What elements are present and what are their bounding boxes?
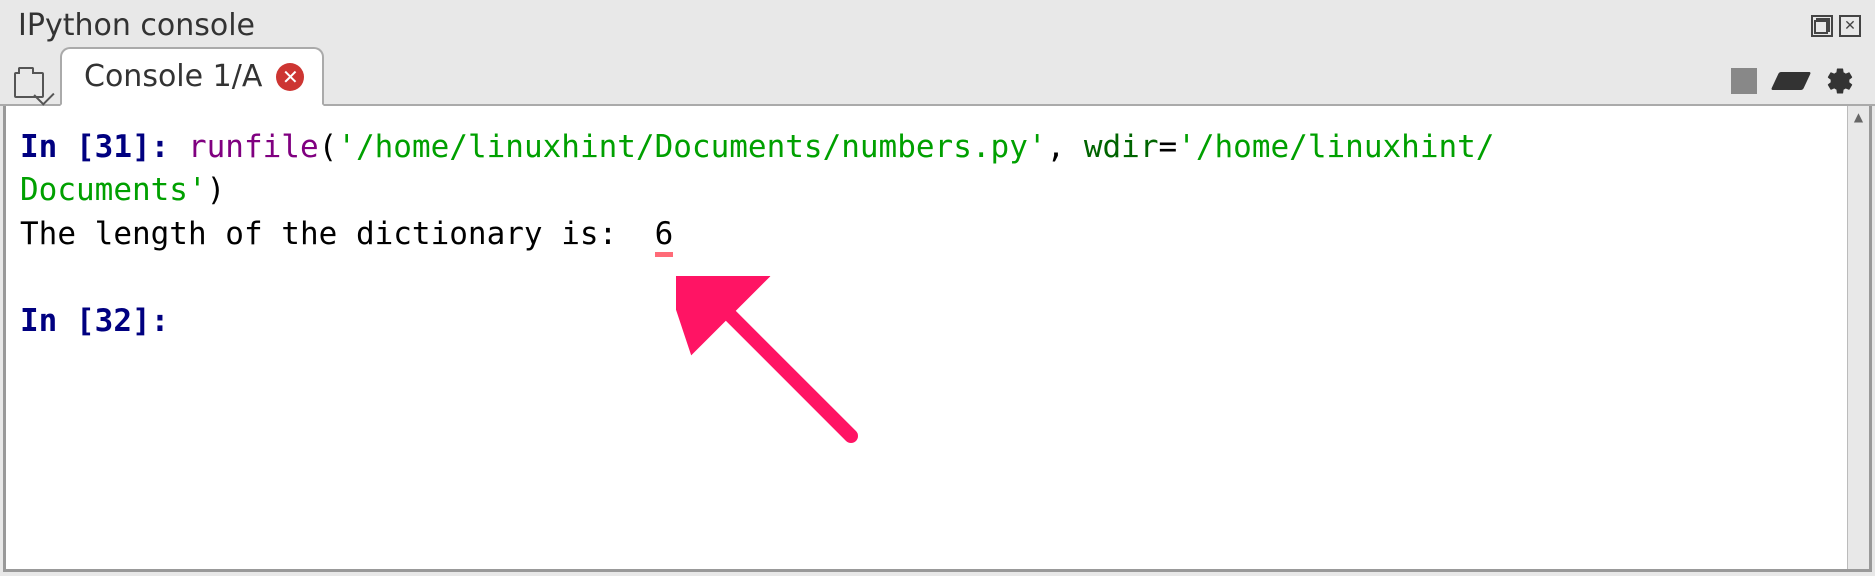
comma: , (1047, 129, 1084, 165)
scroll-track[interactable] (1848, 128, 1869, 569)
close-window-icon[interactable] (1839, 15, 1861, 37)
input-prompt-number-2: 32 (95, 303, 132, 339)
scrollbar[interactable]: ▲ (1847, 106, 1869, 569)
close-tab-icon[interactable]: ✕ (276, 63, 304, 91)
input-prompt-suffix-2: ]: (132, 303, 188, 339)
stop-icon[interactable] (1731, 68, 1757, 94)
paren-open: ( (319, 129, 338, 165)
func-name: runfile (188, 129, 319, 165)
arrow-annotation-icon (676, 276, 896, 496)
tab-bar: Console 1/A ✕ (0, 47, 1875, 106)
browse-tabs-icon[interactable] (14, 72, 44, 98)
input-prompt-prefix: In [ (20, 129, 95, 165)
scroll-up-icon[interactable]: ▲ (1848, 106, 1869, 128)
wdir-string-part1: '/home/linuxhint/ (1177, 129, 1494, 165)
console-tab[interactable]: Console 1/A ✕ (60, 47, 324, 106)
input-prompt-prefix-2: In [ (20, 303, 95, 339)
clear-icon[interactable] (1771, 72, 1811, 90)
path-string: '/home/linuxhint/Documents/numbers.py' (337, 129, 1046, 165)
paren-close: ) (207, 172, 226, 208)
output-number: 6 (655, 216, 674, 257)
toolbar-right (1731, 66, 1861, 104)
console-body: In [31]: runfile('/home/linuxhint/Docume… (3, 106, 1872, 572)
header-window-controls (1811, 15, 1861, 37)
gear-icon[interactable] (1825, 66, 1855, 96)
console-output[interactable]: In [31]: runfile('/home/linuxhint/Docume… (6, 106, 1847, 569)
tab-bar-left (14, 72, 60, 104)
input-prompt-number: 31 (95, 129, 132, 165)
output-line-text: The length of the dictionary is: (20, 216, 655, 252)
wdir-string-part2: Documents' (20, 172, 207, 208)
restore-window-icon[interactable] (1811, 15, 1833, 37)
equals: = (1159, 129, 1178, 165)
tab-label: Console 1/A (84, 59, 262, 94)
panel-header: IPython console (0, 0, 1875, 47)
wdir-keyword: wdir (1084, 129, 1159, 165)
panel-title: IPython console (18, 8, 255, 43)
input-prompt-suffix: ]: (132, 129, 188, 165)
